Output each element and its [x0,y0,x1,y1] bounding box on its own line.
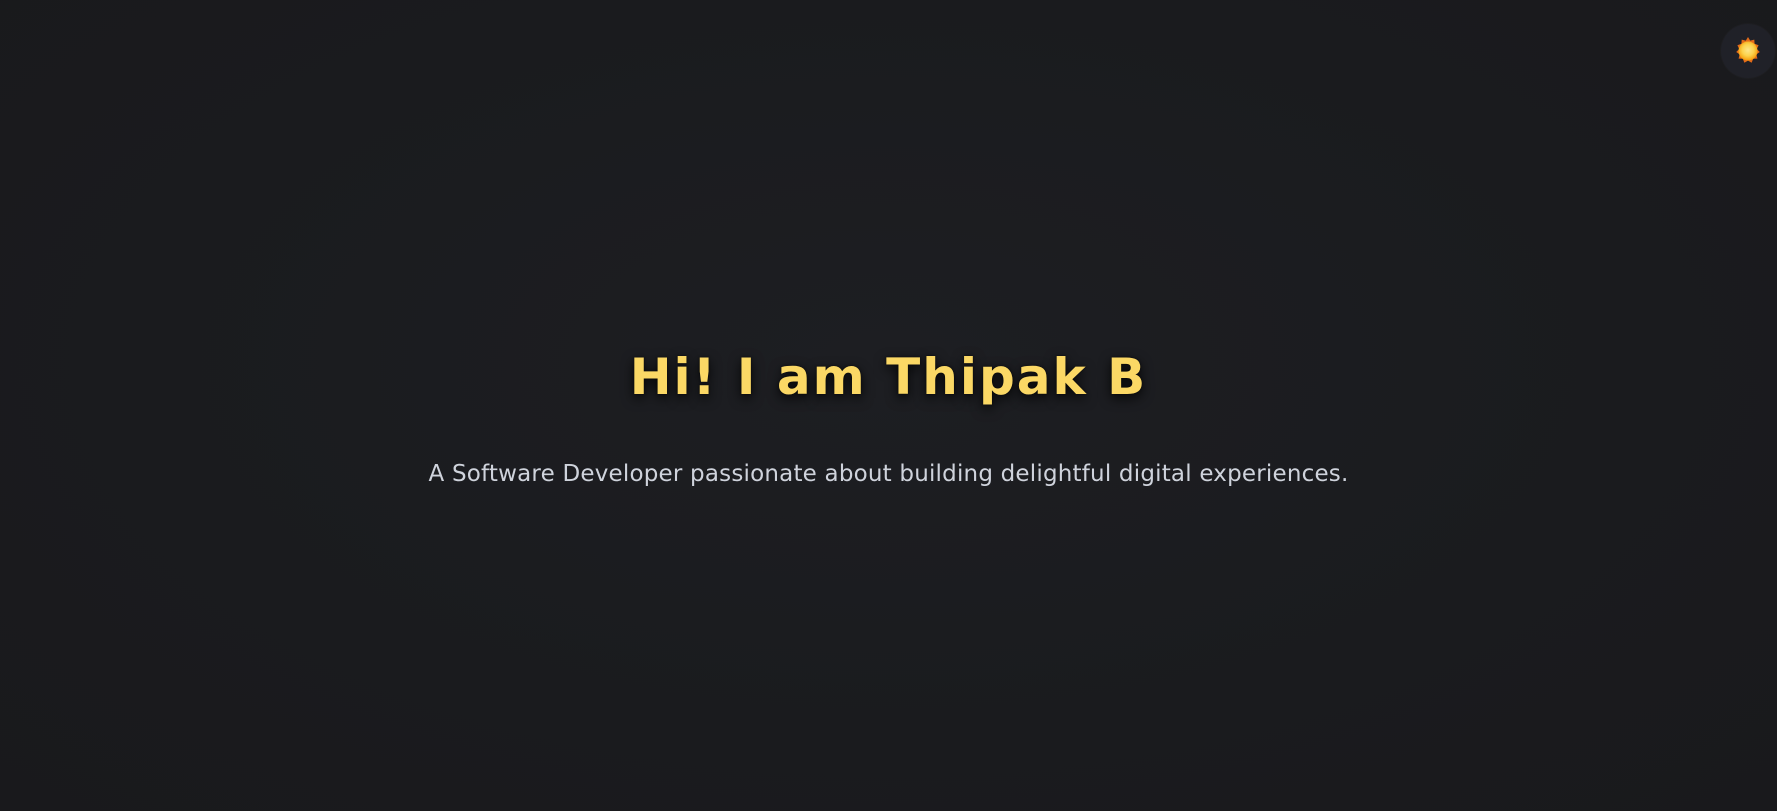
hero-title: Hi! I am Thipak B [629,348,1148,406]
theme-toggle-button[interactable] [1721,24,1775,78]
page: Hi! I am Thipak B A Software Developer p… [0,0,1777,811]
sun-icon [1736,37,1760,63]
hero-section: Hi! I am Thipak B A Software Developer p… [0,340,1777,490]
hero-subtitle: A Software Developer passionate about bu… [428,461,1349,487]
